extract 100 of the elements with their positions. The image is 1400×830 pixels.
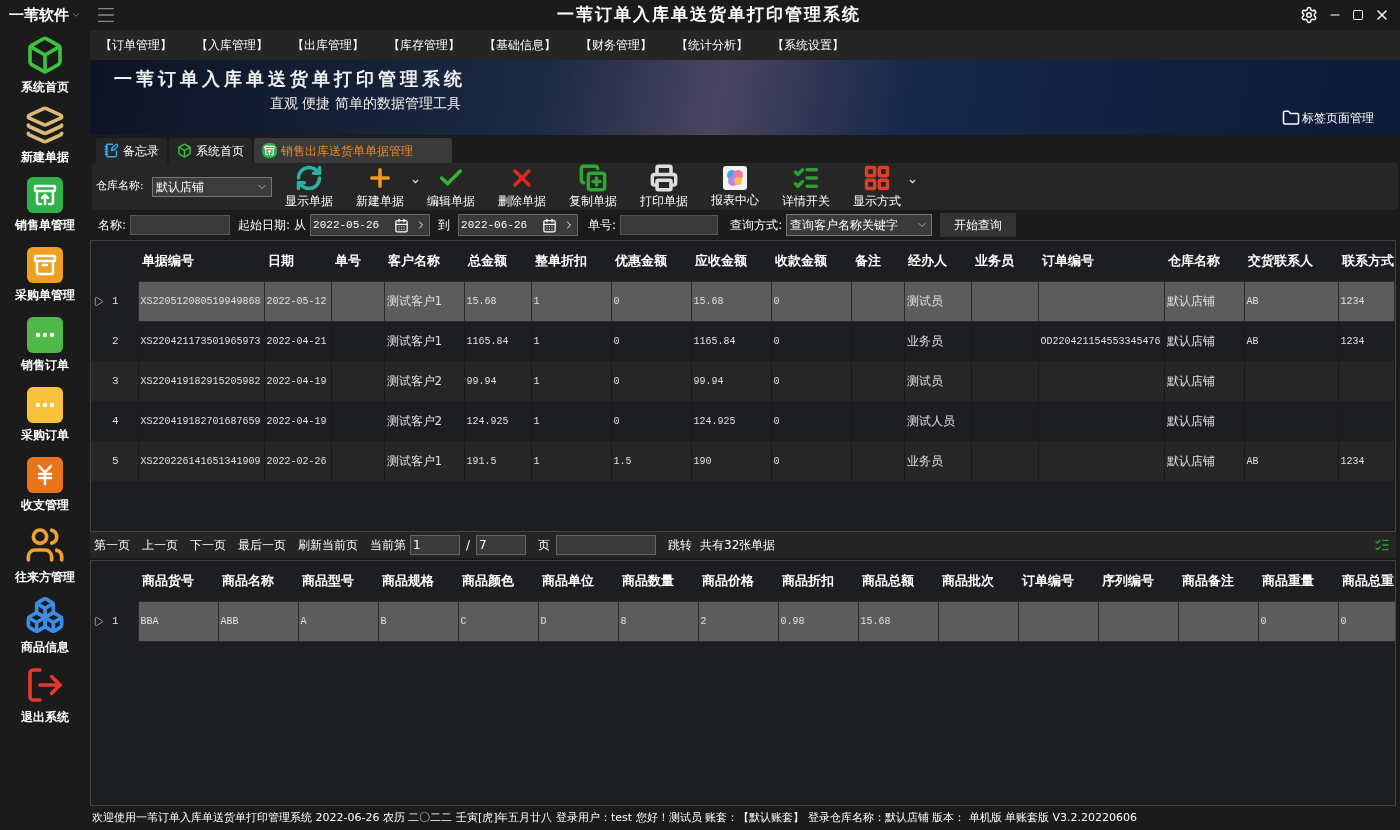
sidebar-item[interactable]: 退出系统 <box>2 660 88 730</box>
dropdown-caret-icon[interactable] <box>907 177 917 186</box>
sidebar-item[interactable]: 商品信息 <box>2 590 88 660</box>
toolbar-button[interactable]: 显示单据 <box>277 163 340 210</box>
sidebar-item[interactable]: 采购订单 <box>2 380 88 450</box>
column-header[interactable]: 整单折扣 <box>531 241 611 281</box>
column-header[interactable]: 应收金额 <box>691 241 771 281</box>
number-input[interactable] <box>620 215 719 235</box>
pager-link[interactable]: 上一页 <box>142 536 178 554</box>
sidebar-item[interactable]: 销售单管理 <box>2 170 88 240</box>
column-header[interactable]: 商品总额 <box>858 561 938 601</box>
column-header[interactable]: 订单编号 <box>1038 241 1164 281</box>
table-cell: D <box>538 601 618 641</box>
menu-item[interactable]: 【库存管理】 <box>388 36 460 54</box>
sidebar-item[interactable]: 系统首页 <box>2 30 88 100</box>
column-header[interactable]: 商品备注 <box>1178 561 1258 601</box>
calendar-icon[interactable] <box>542 217 558 233</box>
row-header[interactable]: 2 <box>91 321 138 361</box>
column-header[interactable]: 日期 <box>264 241 331 281</box>
column-header[interactable]: 总金额 <box>464 241 531 281</box>
sidebar-item[interactable]: 采购单管理 <box>2 240 88 310</box>
tab[interactable]: 备忘录 <box>96 138 167 163</box>
column-header[interactable]: 商品批次 <box>938 561 1018 601</box>
mode-select[interactable]: 查询客户名称关键字 <box>786 214 933 236</box>
pager-link[interactable]: 最后一页 <box>238 536 286 554</box>
caret-icon[interactable] <box>71 10 81 20</box>
toolbar-button[interactable]: 详情开关 <box>774 163 837 210</box>
column-header[interactable]: 客户名称 <box>384 241 464 281</box>
column-header[interactable]: 交货联系人 <box>1244 241 1338 281</box>
table-cell: AB <box>1244 281 1338 321</box>
column-header[interactable]: 经办人 <box>904 241 971 281</box>
table-cell: 默认店铺 <box>1164 321 1244 361</box>
column-header[interactable]: 收款金额 <box>771 241 851 281</box>
sidebar-item[interactable]: 往来方管理 <box>2 520 88 590</box>
column-header[interactable]: 仓库名称 <box>1164 241 1244 281</box>
toolbar-button[interactable]: 报表中心 <box>703 164 766 209</box>
toolbar-button[interactable]: 编辑单据 <box>419 163 482 210</box>
column-header[interactable]: 商品货号 <box>138 561 218 601</box>
tab-manager-button[interactable]: 标签页面管理 <box>1282 109 1374 127</box>
column-header[interactable]: 商品型号 <box>298 561 378 601</box>
toolbar-button[interactable]: 显示方式 <box>845 163 908 210</box>
calendar-icon[interactable] <box>394 217 410 233</box>
pager-link[interactable]: 刷新当前页 <box>298 536 358 554</box>
pager-link[interactable]: 第一页 <box>94 536 130 554</box>
menu-item[interactable]: 【统计分析】 <box>676 36 748 54</box>
row-header[interactable]: 4 <box>91 401 138 441</box>
settings-icon[interactable] <box>1300 6 1318 24</box>
sidebar-item[interactable]: 销售订单 <box>2 310 88 380</box>
column-header[interactable]: 单号 <box>331 241 384 281</box>
jump-page-input[interactable] <box>556 535 657 555</box>
toolbar-button[interactable]: 删除单据 <box>490 163 553 210</box>
toolbar-button[interactable]: 打印单据 <box>632 163 695 210</box>
column-header[interactable]: 商品单位 <box>538 561 618 601</box>
warehouse-label: 仓库名称: <box>96 178 144 195</box>
tab[interactable]: 系统首页 <box>169 138 252 163</box>
row-number: 1 <box>112 293 119 309</box>
date-field[interactable]: 2022-06-26 <box>458 214 579 236</box>
date-field[interactable]: 2022-05-26 <box>310 214 431 236</box>
search-button[interactable]: 开始查询 <box>940 213 1017 237</box>
table-cell: 0.98 <box>778 601 858 641</box>
menu-item[interactable]: 【系统设置】 <box>772 36 844 54</box>
column-header[interactable]: 商品重量 <box>1258 561 1338 601</box>
dropdown-caret-icon[interactable] <box>410 177 420 186</box>
column-header[interactable]: 商品总重 <box>1338 561 1395 601</box>
total-pages-input[interactable]: 7 <box>476 535 527 555</box>
sidebar-item[interactable]: 收支管理 <box>2 450 88 520</box>
column-header[interactable]: 联系方式 <box>1338 241 1394 281</box>
maximize-icon[interactable] <box>1352 9 1364 21</box>
name-input[interactable] <box>130 215 231 235</box>
warehouse-select[interactable]: 默认店铺 <box>151 176 272 197</box>
column-header[interactable]: 商品规格 <box>378 561 458 601</box>
menu-item[interactable]: 【出库管理】 <box>292 36 364 54</box>
column-header[interactable]: 序列编号 <box>1098 561 1178 601</box>
menu-item[interactable]: 【基础信息】 <box>484 36 556 54</box>
pager-link[interactable]: 下一页 <box>190 536 226 554</box>
column-header[interactable]: 订单编号 <box>1018 561 1098 601</box>
row-header[interactable]: 1 <box>91 601 138 641</box>
column-header[interactable]: 商品数量 <box>618 561 698 601</box>
toolbar-button[interactable]: 新建单据 <box>348 163 411 210</box>
row-header[interactable]: 5 <box>91 441 138 481</box>
menu-item[interactable]: 【入库管理】 <box>196 36 268 54</box>
column-header[interactable]: 单据编号 <box>138 241 264 281</box>
menu-item[interactable]: 【财务管理】 <box>580 36 652 54</box>
column-header[interactable]: 业务员 <box>971 241 1038 281</box>
checklist-icon[interactable] <box>1374 537 1390 553</box>
sidebar-item[interactable]: 新建单据 <box>2 100 88 170</box>
column-header[interactable]: 优惠金额 <box>611 241 691 281</box>
column-header[interactable]: 商品价格 <box>698 561 778 601</box>
column-header[interactable]: 商品颜色 <box>458 561 538 601</box>
table-cell: 1234 <box>1338 441 1394 481</box>
menu-item[interactable]: 【订单管理】 <box>100 36 172 54</box>
current-page-input[interactable]: 1 <box>410 535 460 555</box>
tab[interactable]: 销售出库送货单单据管理 <box>254 138 452 163</box>
toolbar-button[interactable]: 复制单据 <box>561 163 624 210</box>
jump-button[interactable]: 跳转 <box>668 536 693 554</box>
column-header[interactable]: 商品名称 <box>218 561 298 601</box>
column-header[interactable]: 商品折扣 <box>778 561 858 601</box>
row-header[interactable]: 3 <box>91 361 138 401</box>
row-header[interactable]: 1 <box>91 281 138 321</box>
column-header[interactable]: 备注 <box>851 241 904 281</box>
